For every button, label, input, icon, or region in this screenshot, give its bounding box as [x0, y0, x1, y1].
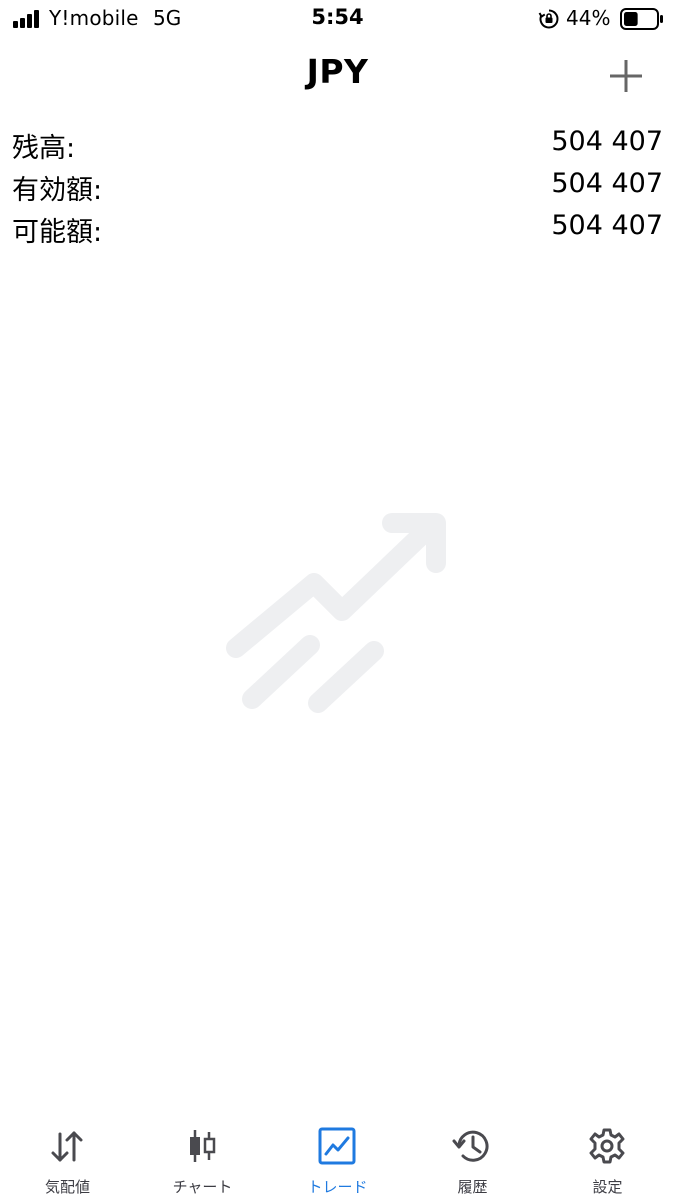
balance-value: 504 407	[551, 126, 663, 157]
trade-chart-icon	[318, 1127, 356, 1165]
trade-screen: Y!mobile 5G 5:54 44% JPY 残高: 504 407 有効額…	[0, 0, 675, 1200]
battery-icon	[620, 8, 663, 30]
plus-icon	[610, 60, 642, 92]
free-margin-row: 可能額: 504 407	[0, 208, 675, 250]
balance-summary: 残高: 504 407 有効額: 504 407 可能額: 504 407	[0, 124, 675, 250]
equity-label: 有効額:	[12, 175, 103, 206]
tab-bar: 気配値 チャート トレード 履歴 設定	[0, 1112, 675, 1200]
tab-settings[interactable]: 設定	[540, 1112, 675, 1200]
orientation-lock-icon	[538, 9, 559, 29]
equity-value: 504 407	[551, 168, 663, 199]
add-button[interactable]	[604, 54, 648, 98]
tab-label: トレード	[307, 1178, 368, 1196]
gear-icon	[589, 1128, 625, 1164]
tab-label: 気配値	[44, 1178, 90, 1196]
candlestick-icon	[190, 1130, 216, 1162]
arrows-up-down-icon	[51, 1131, 83, 1162]
trending-up-icon	[226, 513, 446, 713]
status-bar: Y!mobile 5G 5:54 44%	[0, 0, 675, 38]
equity-row: 有効額: 504 407	[0, 166, 675, 208]
free-margin-value: 504 407	[551, 210, 663, 241]
tab-label: 設定	[592, 1178, 623, 1196]
free-margin-label: 可能額:	[12, 217, 103, 248]
nav-header: JPY	[0, 50, 675, 100]
history-icon	[452, 1130, 489, 1162]
balance-label: 残高:	[12, 133, 76, 164]
balance-row: 残高: 504 407	[0, 124, 675, 166]
tab-trade[interactable]: トレード	[270, 1112, 405, 1200]
tab-history[interactable]: 履歴	[405, 1112, 540, 1200]
tab-label: チャート	[172, 1178, 233, 1196]
tab-quotes[interactable]: 気配値	[0, 1112, 135, 1200]
tab-label: 履歴	[457, 1178, 488, 1196]
tab-chart[interactable]: チャート	[135, 1112, 270, 1200]
battery-percentage: 44%	[566, 6, 611, 30]
page-title: JPY	[306, 52, 369, 91]
